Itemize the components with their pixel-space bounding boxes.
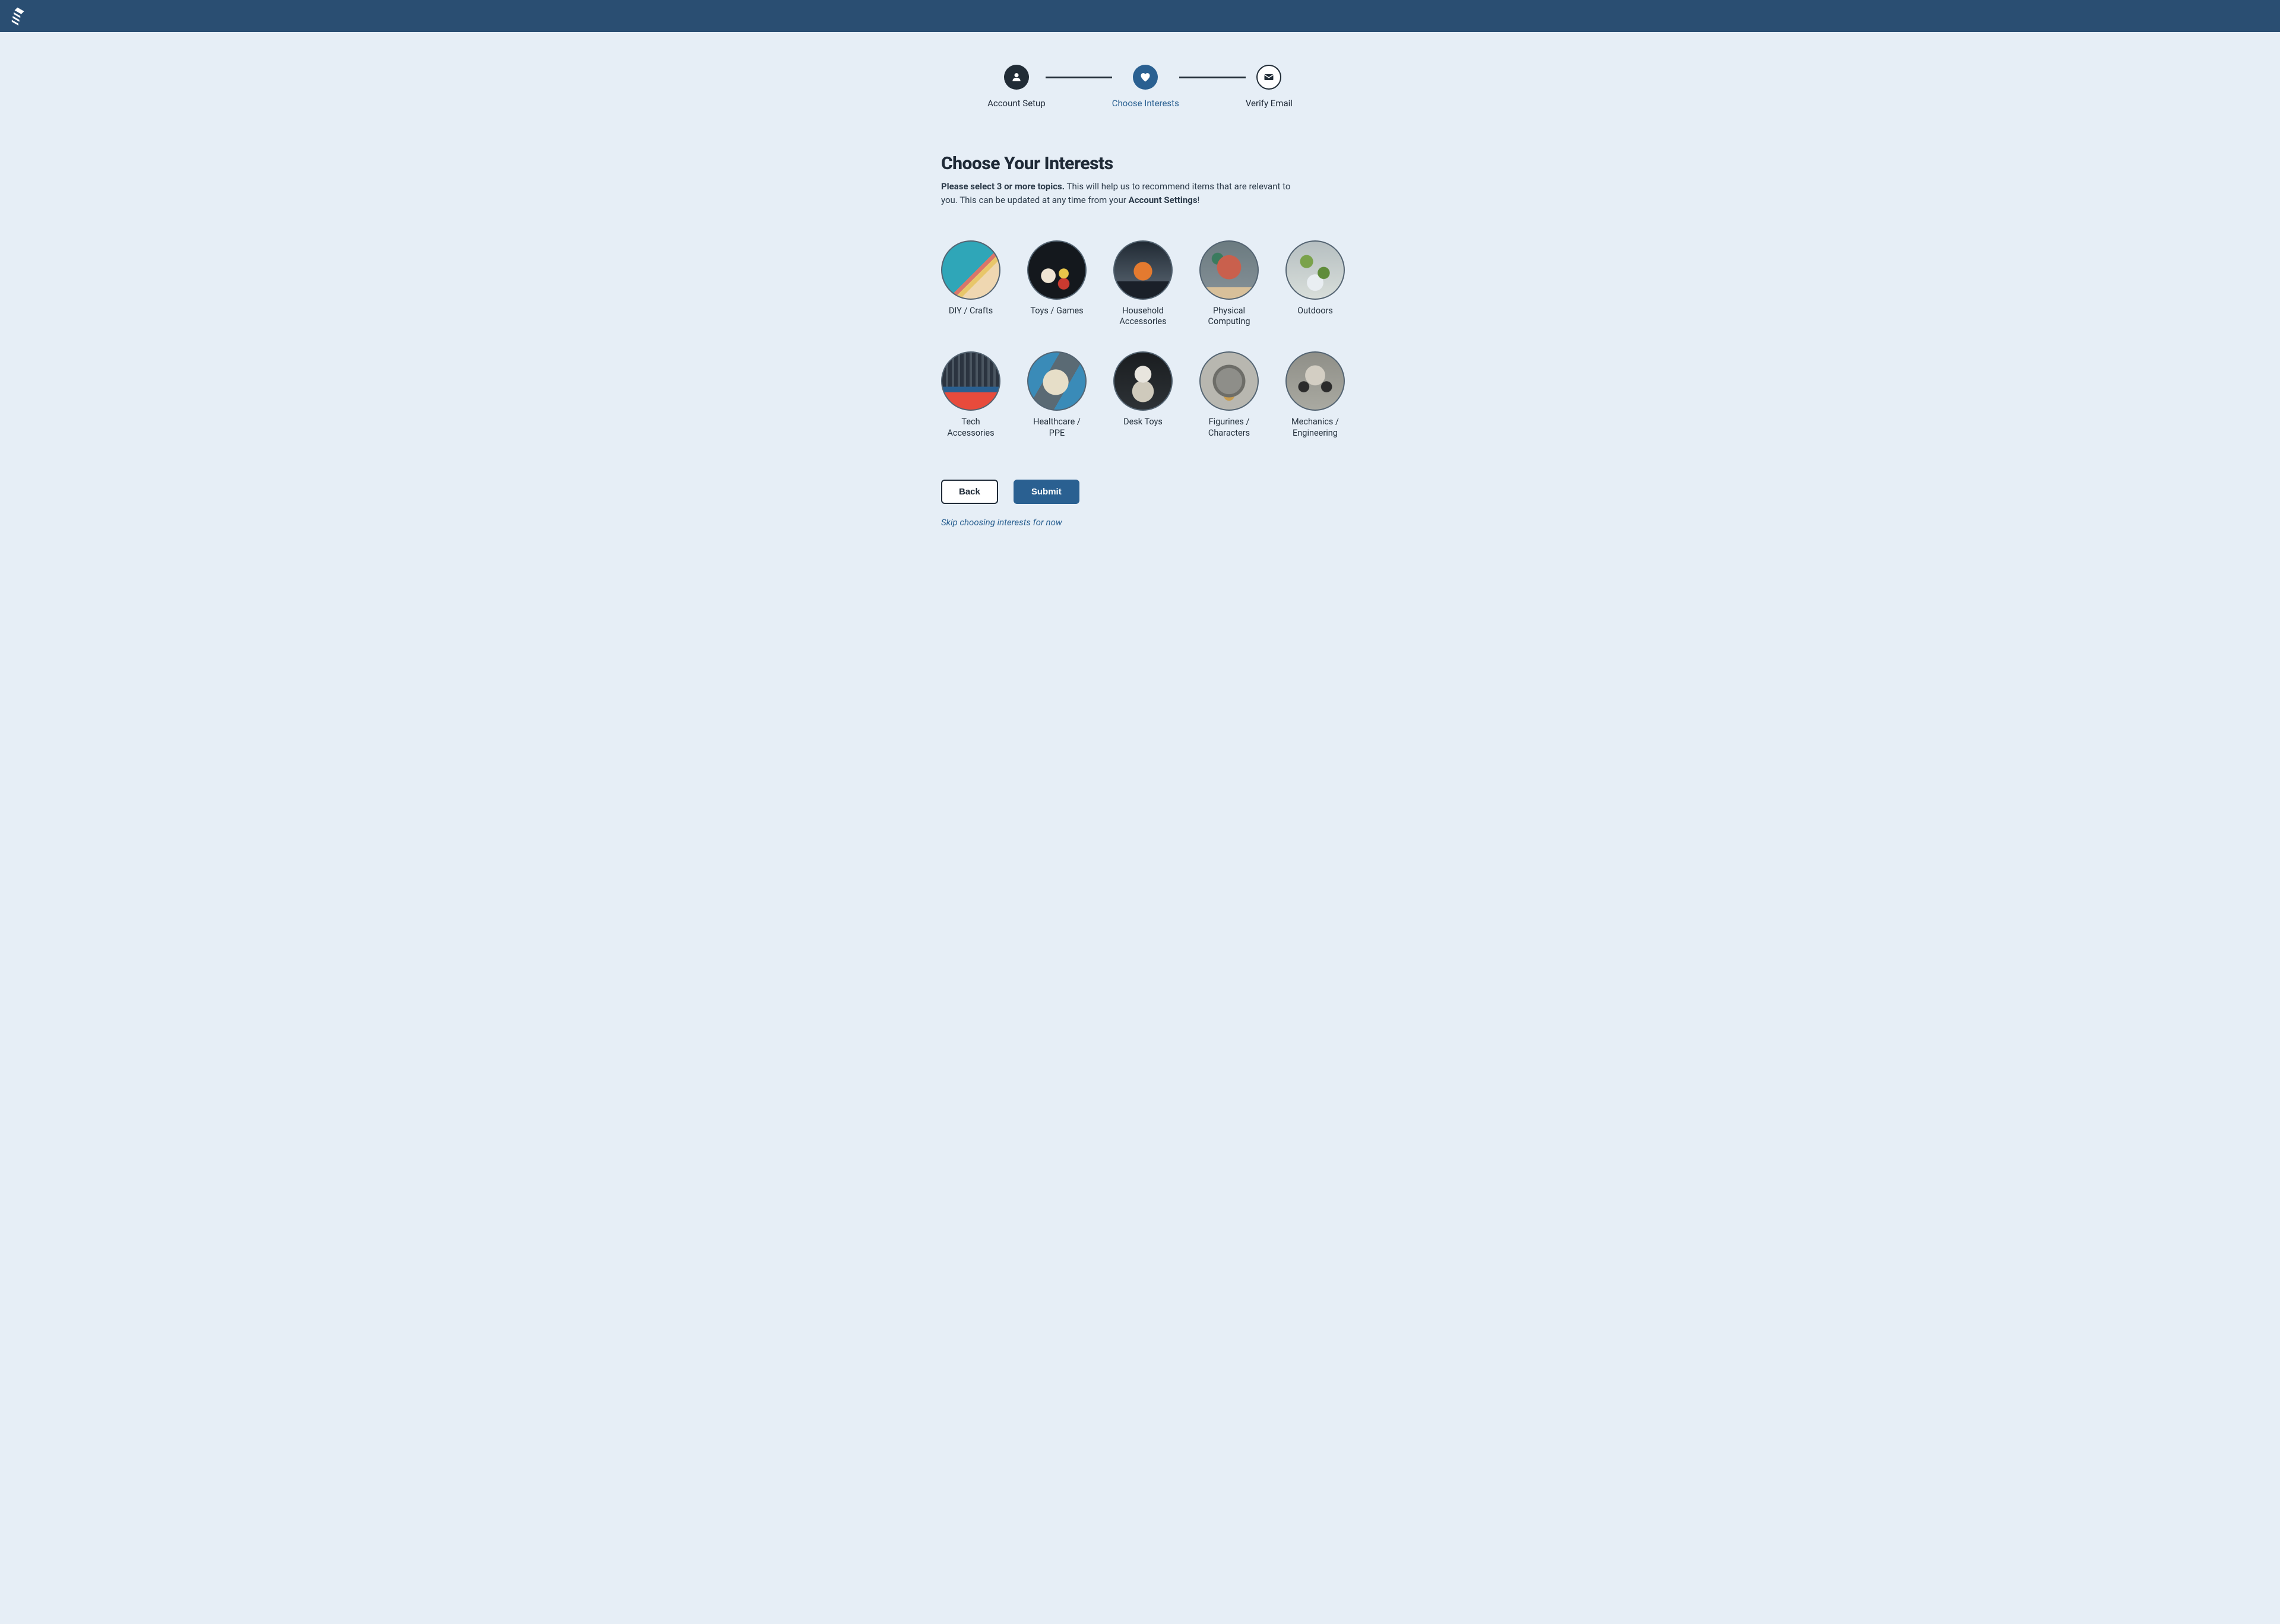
form-buttons: Back Submit <box>941 480 1339 504</box>
interest-image <box>1027 240 1087 300</box>
interest-item[interactable]: Healthcare / PPE <box>1027 351 1087 439</box>
heart-icon <box>1139 71 1151 83</box>
interest-image <box>1113 240 1173 300</box>
user-icon <box>1011 71 1022 83</box>
envelope-icon <box>1263 71 1275 83</box>
onboarding-stepper: Account Setup Choose Interests Verify Em… <box>941 65 1339 109</box>
interest-item[interactable]: Tech Accessories <box>941 351 1000 439</box>
page-subtitle: Please select 3 or more topics. This wil… <box>941 180 1297 208</box>
interest-item[interactable]: Figurines / Characters <box>1199 351 1259 439</box>
interest-image <box>941 240 1000 300</box>
interests-grid: DIY / Crafts Toys / Games Household Access… <box>941 240 1339 439</box>
interest-item[interactable]: Physical Computing <box>1199 240 1259 328</box>
step-circle-active <box>1133 65 1158 90</box>
submit-button[interactable]: Submit <box>1014 480 1079 504</box>
subtitle-text-2: ! <box>1198 195 1200 205</box>
interest-label: Mechanics / Engineering <box>1285 417 1345 439</box>
step-label: Account Setup <box>987 98 1046 109</box>
interest-label: Tech Accessories <box>941 417 1000 439</box>
step-verify-email: Verify Email <box>1246 65 1293 109</box>
step-label: Verify Email <box>1246 98 1293 109</box>
step-account-setup: Account Setup <box>987 65 1046 109</box>
skip-link[interactable]: Skip choosing interests for now <box>941 517 1062 528</box>
interest-item[interactable]: Household Accessories <box>1113 240 1173 328</box>
interest-image <box>1113 351 1173 411</box>
interest-image <box>1027 351 1087 411</box>
interest-label: Household Accessories <box>1113 306 1173 328</box>
interest-image <box>941 351 1000 411</box>
interest-label: Desk Toys <box>1123 417 1163 428</box>
interest-image <box>1199 351 1259 411</box>
interest-image <box>1285 351 1345 411</box>
interest-label: Figurines / Characters <box>1199 417 1259 439</box>
interest-image <box>1199 240 1259 300</box>
step-circle-pending <box>1256 65 1281 90</box>
interest-label: Physical Computing <box>1199 306 1259 328</box>
interest-image <box>1285 240 1345 300</box>
step-connector <box>1179 77 1246 78</box>
interest-item[interactable]: Outdoors <box>1285 240 1345 328</box>
interest-label: Outdoors <box>1297 306 1333 317</box>
interest-label: Toys / Games <box>1030 306 1083 317</box>
interest-item[interactable]: Toys / Games <box>1027 240 1087 328</box>
step-label: Choose Interests <box>1112 98 1179 109</box>
step-choose-interests: Choose Interests <box>1112 65 1179 109</box>
interest-label: DIY / Crafts <box>949 306 993 317</box>
main-content: Account Setup Choose Interests Verify Em… <box>932 65 1348 575</box>
interest-item[interactable]: DIY / Crafts <box>941 240 1000 328</box>
page-title: Choose Your Interests <box>941 153 1339 174</box>
subtitle-bold: Please select 3 or more topics. <box>941 181 1065 192</box>
interest-label: Healthcare / PPE <box>1027 417 1087 439</box>
app-logo-icon <box>9 5 28 27</box>
interest-item[interactable]: Mechanics / Engineering <box>1285 351 1345 439</box>
app-header <box>0 0 2280 32</box>
step-circle-done <box>1004 65 1029 90</box>
account-settings-link[interactable]: Account Settings <box>1129 195 1198 205</box>
interest-item[interactable]: Desk Toys <box>1113 351 1173 439</box>
back-button[interactable]: Back <box>941 480 998 504</box>
step-connector <box>1046 77 1112 78</box>
